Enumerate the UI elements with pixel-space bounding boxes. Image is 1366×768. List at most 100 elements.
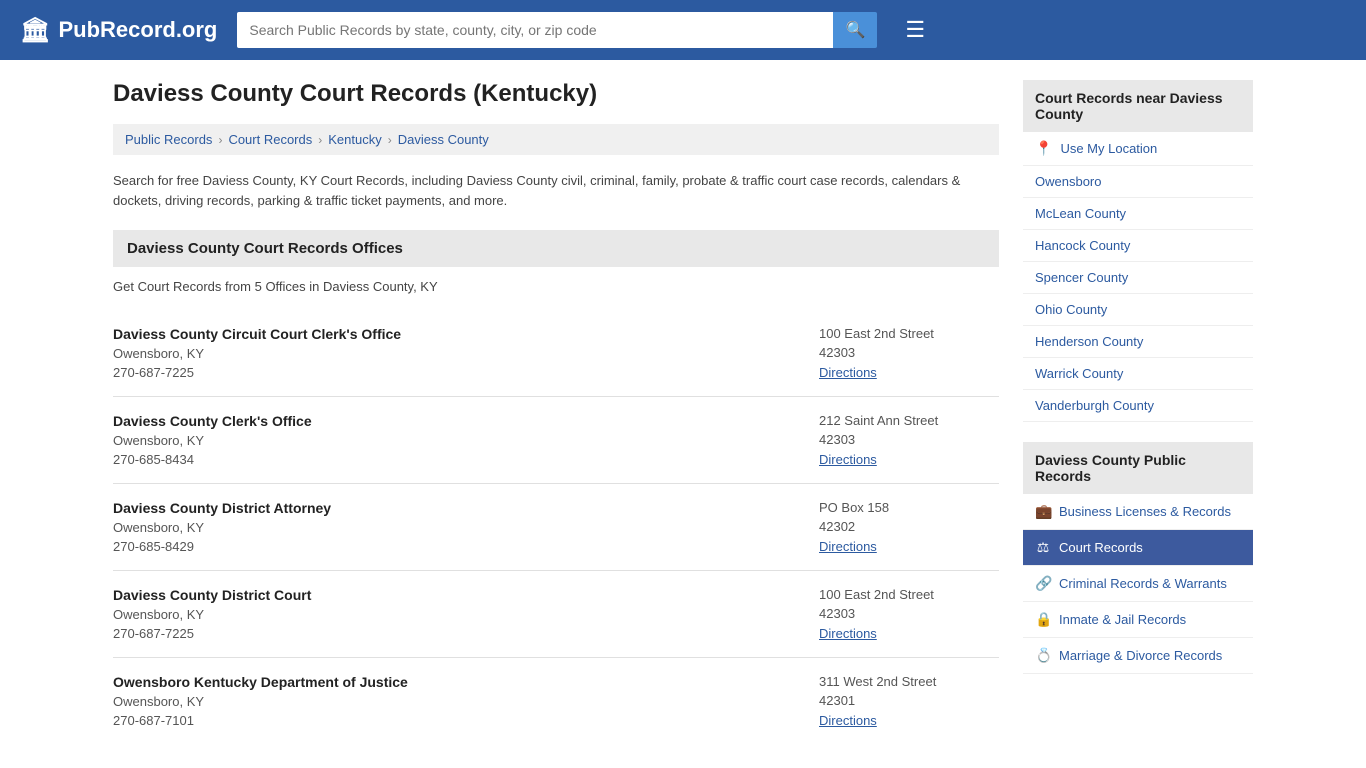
breadcrumb-sep-2: ›: [318, 133, 322, 147]
office-city: Owensboro, KY: [113, 607, 311, 622]
page-description: Search for free Daviess County, KY Court…: [113, 171, 999, 210]
directions-link[interactable]: Directions: [819, 713, 877, 728]
sidebar-nearby-item[interactable]: Hancock County: [1023, 230, 1253, 262]
office-zip: 42301: [819, 693, 999, 708]
breadcrumb-sep-1: ›: [218, 133, 222, 147]
nearby-location-link[interactable]: Hancock County: [1035, 238, 1241, 253]
office-city: Owensboro, KY: [113, 694, 408, 709]
location-icon: 📍: [1035, 140, 1052, 157]
use-location-item[interactable]: 📍 Use My Location: [1023, 132, 1253, 166]
office-street: 100 East 2nd Street: [819, 326, 999, 341]
logo-text: PubRecord.org: [58, 17, 217, 43]
office-info: Daviess County District Court Owensboro,…: [113, 587, 311, 641]
office-phone: 270-687-7225: [113, 365, 401, 380]
directions-link[interactable]: Directions: [819, 539, 877, 554]
search-button[interactable]: 🔍: [833, 12, 877, 48]
office-city: Owensboro, KY: [113, 520, 331, 535]
record-link[interactable]: 💍 Marriage & Divorce Records: [1023, 638, 1253, 673]
breadcrumb-court-records[interactable]: Court Records: [228, 132, 312, 147]
sidebar-nearby-title: Court Records near Daviess County: [1023, 80, 1253, 132]
search-bar: 🔍: [237, 12, 877, 48]
office-info: Daviess County Clerk's Office Owensboro,…: [113, 413, 312, 467]
sidebar-nearby-item[interactable]: Henderson County: [1023, 326, 1253, 358]
office-street: 212 Saint Ann Street: [819, 413, 999, 428]
sidebar-records-list: 💼 Business Licenses & Records ⚖ Court Re…: [1023, 494, 1253, 674]
office-phone: 270-687-7101: [113, 713, 408, 728]
office-address-block: PO Box 158 42302 Directions: [799, 500, 999, 554]
directions-link[interactable]: Directions: [819, 626, 877, 641]
logo-icon: 🏛: [20, 16, 50, 45]
offices-section-header: Daviess County Court Records Offices: [113, 230, 999, 267]
record-label: Court Records: [1059, 540, 1143, 555]
sidebar-nearby-item[interactable]: Warrick County: [1023, 358, 1253, 390]
page-title: Daviess County Court Records (Kentucky): [113, 80, 999, 108]
menu-button[interactable]: ☰: [905, 17, 925, 43]
office-zip: 42303: [819, 606, 999, 621]
office-address-block: 100 East 2nd Street 42303 Directions: [799, 587, 999, 641]
office-card: Daviess County District Court Owensboro,…: [113, 571, 999, 658]
record-icon: 💼: [1035, 503, 1051, 520]
record-link[interactable]: 💼 Business Licenses & Records: [1023, 494, 1253, 529]
sidebar-records-title: Daviess County Public Records: [1023, 442, 1253, 494]
office-name: Daviess County District Court: [113, 587, 311, 603]
site-logo[interactable]: 🏛 PubRecord.org: [20, 16, 217, 45]
directions-link[interactable]: Directions: [819, 365, 877, 380]
record-link[interactable]: ⚖ Court Records: [1023, 530, 1253, 565]
office-phone: 270-687-7225: [113, 626, 311, 641]
record-icon: 🔒: [1035, 611, 1051, 628]
sidebar-nearby-item[interactable]: Owensboro: [1023, 166, 1253, 198]
sidebar-record-item[interactable]: ⚖ Court Records: [1023, 530, 1253, 566]
office-city: Owensboro, KY: [113, 433, 312, 448]
record-label: Inmate & Jail Records: [1059, 612, 1186, 627]
sidebar-nearby-item[interactable]: Spencer County: [1023, 262, 1253, 294]
record-icon: 🔗: [1035, 575, 1051, 592]
record-label: Marriage & Divorce Records: [1059, 648, 1222, 663]
sidebar-nearby-item[interactable]: Vanderburgh County: [1023, 390, 1253, 422]
content-area: Daviess County Court Records (Kentucky) …: [113, 80, 999, 744]
directions-link[interactable]: Directions: [819, 452, 877, 467]
sidebar-nearby-item[interactable]: McLean County: [1023, 198, 1253, 230]
breadcrumb-sep-3: ›: [388, 133, 392, 147]
breadcrumb-public-records[interactable]: Public Records: [125, 132, 212, 147]
offices-count: Get Court Records from 5 Offices in Davi…: [113, 279, 999, 294]
office-city: Owensboro, KY: [113, 346, 401, 361]
main-container: Daviess County Court Records (Kentucky) …: [93, 60, 1273, 764]
record-link[interactable]: 🔗 Criminal Records & Warrants: [1023, 566, 1253, 601]
office-zip: 42302: [819, 519, 999, 534]
nearby-location-link[interactable]: Vanderburgh County: [1035, 398, 1241, 413]
sidebar-nearby-list: 📍 Use My Location Owensboro McLean County…: [1023, 132, 1253, 422]
office-address-block: 100 East 2nd Street 42303 Directions: [799, 326, 999, 380]
nearby-location-link[interactable]: Warrick County: [1035, 366, 1241, 381]
offices-list: Daviess County Circuit Court Clerk's Off…: [113, 310, 999, 744]
use-location-label: Use My Location: [1060, 141, 1157, 156]
record-label: Business Licenses & Records: [1059, 504, 1231, 519]
nearby-location-link[interactable]: Spencer County: [1035, 270, 1241, 285]
sidebar-nearby-item[interactable]: Ohio County: [1023, 294, 1253, 326]
office-street: 311 West 2nd Street: [819, 674, 999, 689]
office-card: Daviess County Circuit Court Clerk's Off…: [113, 310, 999, 397]
sidebar-record-item[interactable]: 🔗 Criminal Records & Warrants: [1023, 566, 1253, 602]
office-name: Daviess County District Attorney: [113, 500, 331, 516]
search-input[interactable]: [237, 12, 833, 48]
office-card: Daviess County Clerk's Office Owensboro,…: [113, 397, 999, 484]
record-icon: 💍: [1035, 647, 1051, 664]
nearby-location-link[interactable]: Henderson County: [1035, 334, 1241, 349]
office-card: Owensboro Kentucky Department of Justice…: [113, 658, 999, 744]
record-icon: ⚖: [1035, 539, 1051, 556]
sidebar-record-item[interactable]: 🔒 Inmate & Jail Records: [1023, 602, 1253, 638]
record-link[interactable]: 🔒 Inmate & Jail Records: [1023, 602, 1253, 637]
nearby-location-link[interactable]: McLean County: [1035, 206, 1241, 221]
sidebar: Court Records near Daviess County 📍 Use …: [1023, 80, 1253, 744]
breadcrumb: Public Records › Court Records › Kentuck…: [113, 124, 999, 155]
office-info: Owensboro Kentucky Department of Justice…: [113, 674, 408, 728]
office-zip: 42303: [819, 432, 999, 447]
nearby-location-link[interactable]: Owensboro: [1035, 174, 1241, 189]
breadcrumb-kentucky[interactable]: Kentucky: [328, 132, 381, 147]
sidebar-record-item[interactable]: 💍 Marriage & Divorce Records: [1023, 638, 1253, 674]
office-card: Daviess County District Attorney Owensbo…: [113, 484, 999, 571]
office-phone: 270-685-8434: [113, 452, 312, 467]
breadcrumb-daviess-county[interactable]: Daviess County: [398, 132, 489, 147]
sidebar-record-item[interactable]: 💼 Business Licenses & Records: [1023, 494, 1253, 530]
nearby-location-link[interactable]: Ohio County: [1035, 302, 1241, 317]
office-name: Owensboro Kentucky Department of Justice: [113, 674, 408, 690]
